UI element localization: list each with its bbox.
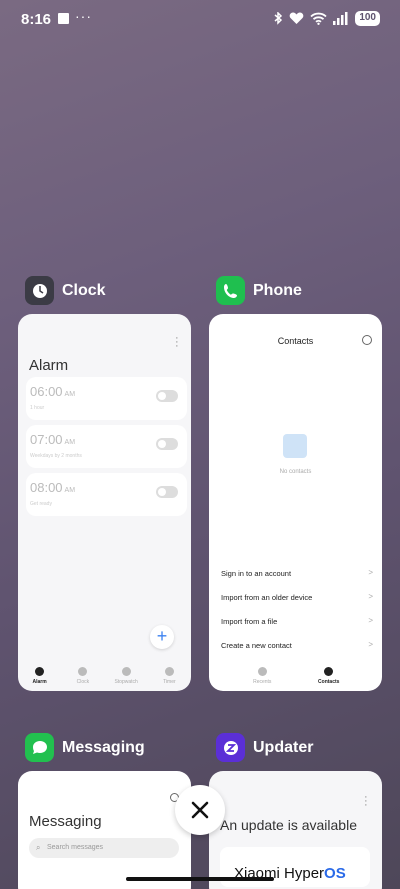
more-notifications-icon: ··· xyxy=(75,8,92,24)
updater-app-icon xyxy=(216,733,245,762)
import-device-row: Import from an older device > xyxy=(221,592,373,602)
messaging-title: Messaging xyxy=(29,813,102,830)
nav-label: Clock xyxy=(76,679,90,685)
recents-icon xyxy=(257,667,267,676)
phone-app-icon xyxy=(216,276,245,305)
nav-label: Contacts xyxy=(318,679,340,685)
alarm-toggle xyxy=(156,390,178,402)
messaging-app-header[interactable]: Messaging xyxy=(25,733,145,762)
alarm-ampm: AM xyxy=(64,487,76,494)
clock-bottom-nav: Alarm Clock Stopwatch Timer xyxy=(18,667,191,685)
contacts-icon xyxy=(324,667,334,676)
contact-placeholder-icon xyxy=(283,434,307,458)
clock-app-header[interactable]: Clock xyxy=(25,276,106,305)
status-bar: 8:16 ··· 100 xyxy=(0,0,400,38)
messaging-app-card[interactable]: Messaging ⌕ Search messages xyxy=(18,771,191,889)
action-label: Import from a file xyxy=(221,617,278,626)
alarm-title: Alarm xyxy=(29,357,69,374)
signal-icon xyxy=(333,12,348,25)
nav-item-contacts: Contacts xyxy=(309,667,349,685)
create-contact-row: Create a new contact > xyxy=(221,640,373,650)
alarm-row: 07:00 AM Weekdays by 2 months xyxy=(26,425,187,468)
import-file-row: Import from a file > xyxy=(221,616,373,626)
alarm-ampm: AM xyxy=(64,391,76,398)
alarm-toggle xyxy=(156,486,178,498)
search-messages-bar: ⌕ Search messages xyxy=(29,838,179,858)
nav-label: Timer xyxy=(163,679,176,685)
phone-app-header[interactable]: Phone xyxy=(216,276,302,305)
hyperos-banner: Xiaomi HyperOS xyxy=(220,847,370,887)
notification-icon xyxy=(58,13,69,24)
nav-label: Alarm xyxy=(32,679,47,685)
alarm-row: 06:00 AM 1 hour xyxy=(26,377,187,420)
messaging-app-name: Messaging xyxy=(62,738,145,756)
timer-icon xyxy=(164,667,174,676)
settings-icon xyxy=(362,335,372,345)
clock-app-card[interactable]: · · · Alarm 06:00 AM 1 hour 07:00 AM Weekday… xyxy=(18,314,191,691)
search-icon: ⌕ xyxy=(36,843,41,852)
alarm-row: 08:00 AM Get ready xyxy=(26,473,187,516)
nav-item-recents: Recents xyxy=(242,667,282,685)
nav-item-clock: Clock xyxy=(63,667,103,685)
phone-app-name: Phone xyxy=(253,281,302,299)
nav-label: Stopwatch xyxy=(114,679,138,685)
alarm-time: 07:00 xyxy=(30,432,63,447)
alarm-icon xyxy=(35,667,45,676)
action-label: Import from an older device xyxy=(221,593,313,602)
contacts-title: Contacts xyxy=(277,336,314,346)
chevron-right-icon: > xyxy=(368,568,373,577)
alarm-subtitle: Get ready xyxy=(30,501,52,507)
bluetooth-icon xyxy=(274,11,283,25)
updater-app-name: Updater xyxy=(253,738,314,756)
stopwatch-icon xyxy=(121,667,131,676)
alarm-toggle xyxy=(156,438,178,450)
phone-app-card[interactable]: Contacts No contacts Sign in to an accou… xyxy=(209,314,382,691)
clock-icon xyxy=(78,667,88,676)
clock-app-name: Clock xyxy=(62,281,106,299)
alarm-ampm: AM xyxy=(64,439,76,446)
alarm-time: 06:00 xyxy=(30,384,63,399)
update-title: An update is available xyxy=(220,817,357,833)
battery-icon: 100 xyxy=(355,11,380,26)
status-icons: 100 xyxy=(273,11,380,26)
chevron-right-icon: > xyxy=(368,616,373,625)
action-label: Create a new contact xyxy=(221,641,292,650)
heart-icon xyxy=(289,12,304,24)
alarm-time: 08:00 xyxy=(30,480,63,495)
nav-label: Recents xyxy=(253,679,272,685)
clock-app-icon xyxy=(25,276,54,305)
more-options-icon: · · · xyxy=(364,791,368,811)
add-alarm-icon: + xyxy=(150,625,174,649)
sign-in-row: Sign in to an account > xyxy=(221,568,373,578)
home-indicator[interactable] xyxy=(126,877,274,881)
alarm-subtitle: Weekdays by 2 months xyxy=(30,453,82,459)
status-time: 8:16 xyxy=(21,11,52,28)
updater-app-header[interactable]: Updater xyxy=(216,733,313,762)
wifi-icon xyxy=(310,12,327,25)
no-contacts-text: No contacts xyxy=(279,469,312,475)
nav-item-timer: Timer xyxy=(149,667,189,685)
phone-bottom-nav: Recents Contacts xyxy=(209,667,382,685)
updater-app-card[interactable]: · · · An update is available Xiaomi HyperO… xyxy=(209,771,382,889)
search-placeholder: Search messages xyxy=(47,844,104,851)
messaging-app-icon xyxy=(25,733,54,762)
chevron-right-icon: > xyxy=(368,592,373,601)
clear-all-button[interactable] xyxy=(175,785,225,835)
alarm-subtitle: 1 hour xyxy=(30,405,45,411)
more-options-icon: · · · xyxy=(175,332,179,352)
nav-item-stopwatch: Stopwatch xyxy=(106,667,146,685)
nav-item-alarm: Alarm xyxy=(20,667,60,685)
action-label: Sign in to an account xyxy=(221,569,292,578)
chevron-right-icon: > xyxy=(368,640,373,649)
close-icon xyxy=(191,801,209,819)
